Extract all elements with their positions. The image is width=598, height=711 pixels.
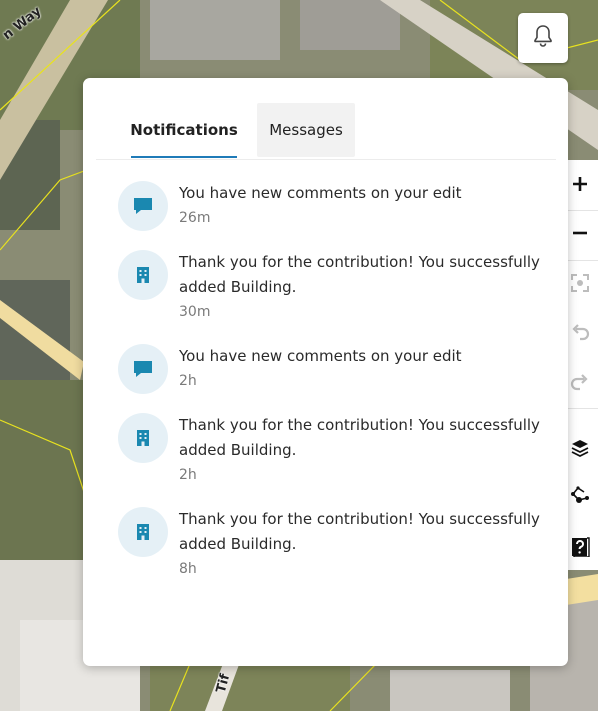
- notification-item[interactable]: Thank you for the contribution! You succ…: [118, 507, 548, 601]
- help-icon: [570, 535, 590, 561]
- comment-icon: [118, 344, 168, 394]
- notifications-bell-button[interactable]: [518, 13, 568, 63]
- notifications-panel: Notifications Messages You have new comm…: [83, 78, 568, 666]
- notification-time: 8h: [179, 561, 197, 577]
- notification-time: 30m: [179, 304, 211, 320]
- notification-text: You have new comments on your edit: [179, 184, 462, 202]
- layers-icon: [570, 438, 590, 462]
- building-icon: [118, 413, 168, 463]
- notification-item[interactable]: Thank you for the contribution! You succ…: [118, 413, 548, 507]
- notification-time: 2h: [179, 467, 197, 483]
- minus-icon: [571, 224, 589, 246]
- notification-item[interactable]: You have new comments on your edit 26m: [118, 181, 548, 250]
- notification-text: You have new comments on your edit: [179, 347, 462, 365]
- building-icon: [118, 507, 168, 557]
- tab-messages[interactable]: Messages: [257, 103, 355, 157]
- notification-time: 2h: [179, 373, 197, 389]
- notification-item[interactable]: Thank you for the contribution! You succ…: [118, 250, 548, 344]
- panel-tabs: Notifications Messages: [96, 103, 556, 160]
- notification-item[interactable]: You have new comments on your edit 2h: [118, 344, 548, 413]
- notification-list: You have new comments on your edit 26m T…: [118, 181, 548, 601]
- locate-icon: [570, 273, 590, 297]
- tab-notifications[interactable]: Notifications: [130, 103, 238, 158]
- comment-icon: [118, 181, 168, 231]
- building-icon: [118, 250, 168, 300]
- undo-icon: [570, 322, 590, 346]
- node-edit-icon: [570, 486, 590, 510]
- plus-icon: [571, 175, 589, 197]
- notification-time: 26m: [179, 210, 211, 226]
- redo-icon: [570, 372, 590, 396]
- bell-icon: [532, 24, 554, 52]
- notification-text: Thank you for the contribution! You succ…: [179, 253, 540, 296]
- notification-text: Thank you for the contribution! You succ…: [179, 416, 540, 459]
- notification-text: Thank you for the contribution! You succ…: [179, 510, 540, 553]
